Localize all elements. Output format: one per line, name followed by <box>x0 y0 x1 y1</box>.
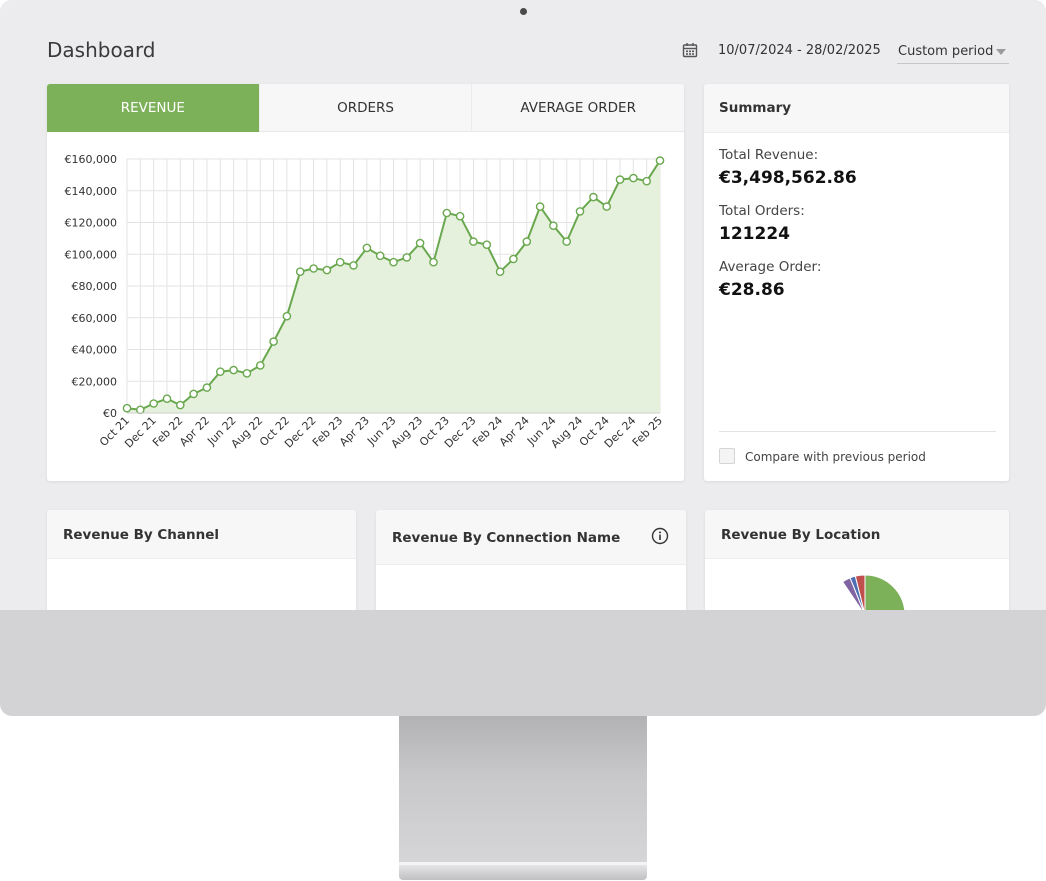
y-tick-label: €20,000 <box>72 375 118 388</box>
total-orders-value: 121224 <box>719 224 790 244</box>
revenue-chart: €0 €20,000 €40,000 €60,000 €80,000 €100,000 €1… <box>65 153 666 451</box>
data-point <box>242 368 252 378</box>
data-point <box>335 257 345 267</box>
page-title: Dashboard <box>47 38 156 62</box>
revenue-by-location-card: Revenue By Location <box>705 510 1009 610</box>
summary-header: Summary <box>704 84 1009 133</box>
data-point <box>269 337 278 346</box>
monitor-stand-base <box>399 862 647 880</box>
period-select-value: Custom period <box>898 44 994 59</box>
data-point <box>615 175 625 184</box>
card-title: Revenue By Connection Name <box>392 530 621 546</box>
total-revenue-value: €3,498,562.86 <box>719 168 857 188</box>
y-tick-label: €140,000 <box>65 185 118 198</box>
y-tick-label: €160,000 <box>65 153 118 166</box>
x-tick-label: Apr 24 <box>497 414 532 449</box>
data-point <box>575 207 585 216</box>
compare-checkbox[interactable] <box>719 448 735 464</box>
data-point <box>415 238 425 248</box>
metric-tabs: REVENUE ORDERS AVERAGE ORDER <box>47 84 685 132</box>
card-header: Revenue By Connection Name <box>376 510 686 565</box>
card-title: Revenue By Channel <box>63 527 220 543</box>
average-order-value: €28.86 <box>719 280 785 300</box>
tab-revenue[interactable]: REVENUE <box>47 84 259 132</box>
data-point <box>349 261 358 270</box>
data-point <box>469 237 478 246</box>
data-point <box>495 267 505 276</box>
data-point <box>442 208 452 218</box>
data-point <box>589 192 598 202</box>
monitor-frame: Dashboard 10/07/2024 - 28/02/2025 Custom… <box>0 0 1046 716</box>
data-point <box>629 173 638 183</box>
data-point <box>429 257 438 267</box>
data-point <box>455 211 465 221</box>
data-point <box>136 405 145 415</box>
data-point <box>282 311 292 321</box>
calendar-icon[interactable] <box>682 42 698 58</box>
compare-label[interactable]: Compare with previous period <box>745 450 926 464</box>
data-point <box>255 361 265 370</box>
tab-average-order[interactable]: AVERAGE ORDER <box>471 84 685 132</box>
summary-card: Summary Total Revenue: €3,498,562.86 Tot… <box>704 84 1009 481</box>
x-tick-label: Feb 25 <box>630 414 665 449</box>
data-point <box>509 254 518 264</box>
data-point <box>175 400 185 410</box>
data-point <box>189 389 198 399</box>
y-tick-label: €100,000 <box>65 248 118 261</box>
revenue-by-connection-card: Revenue By Connection Name <box>376 510 686 610</box>
card-header: Revenue By Location <box>705 510 1009 559</box>
info-icon[interactable] <box>651 527 669 545</box>
data-point <box>229 365 238 375</box>
data-point <box>549 221 558 230</box>
data-point <box>642 176 652 186</box>
total-orders-label: Total Orders: <box>719 203 805 219</box>
data-point <box>322 265 332 275</box>
data-point <box>122 403 132 413</box>
x-tick-label: Apr 22 <box>177 414 212 449</box>
data-point <box>202 383 212 392</box>
data-point <box>655 156 665 165</box>
x-tick-label: Apr 23 <box>337 414 372 449</box>
pie-slice[interactable] <box>864 574 906 610</box>
date-range[interactable]: 10/07/2024 - 28/02/2025 <box>718 43 881 58</box>
y-tick-label: €120,000 <box>65 217 118 230</box>
data-point <box>535 202 545 211</box>
divider <box>719 431 996 432</box>
data-point <box>602 202 612 211</box>
tab-orders[interactable]: ORDERS <box>258 84 472 132</box>
data-point <box>362 243 372 253</box>
screen: Dashboard 10/07/2024 - 28/02/2025 Custom… <box>0 0 1046 610</box>
y-tick-label: €0 <box>103 407 117 420</box>
revenue-by-channel-card: Revenue By Channel <box>47 510 356 610</box>
y-tick-label: €80,000 <box>72 280 118 293</box>
y-tick-label: €60,000 <box>72 312 118 325</box>
revenue-chart-card: REVENUE ORDERS AVERAGE ORDER €0 €20,000 €4… <box>47 84 685 481</box>
data-point <box>402 253 412 262</box>
card-header: Revenue By Channel <box>47 510 356 559</box>
location-pie-chart <box>841 574 906 610</box>
data-point <box>522 237 532 246</box>
data-point <box>389 257 398 267</box>
data-point <box>149 399 158 408</box>
summary-title: Summary <box>719 100 792 116</box>
data-point <box>162 394 172 404</box>
data-point <box>482 240 492 249</box>
data-point <box>562 237 572 246</box>
data-point <box>375 251 385 261</box>
data-point <box>295 267 305 276</box>
card-title: Revenue By Location <box>721 527 881 543</box>
period-select[interactable]: Custom period <box>897 38 1009 64</box>
data-point <box>215 367 225 376</box>
monitor-stand <box>399 716 647 866</box>
data-point <box>309 264 318 273</box>
camera-dot <box>520 8 527 15</box>
average-order-label: Average Order: <box>719 259 822 275</box>
chevron-down-icon <box>996 49 1006 55</box>
y-tick-label: €40,000 <box>72 344 118 357</box>
total-revenue-label: Total Revenue: <box>719 147 819 163</box>
